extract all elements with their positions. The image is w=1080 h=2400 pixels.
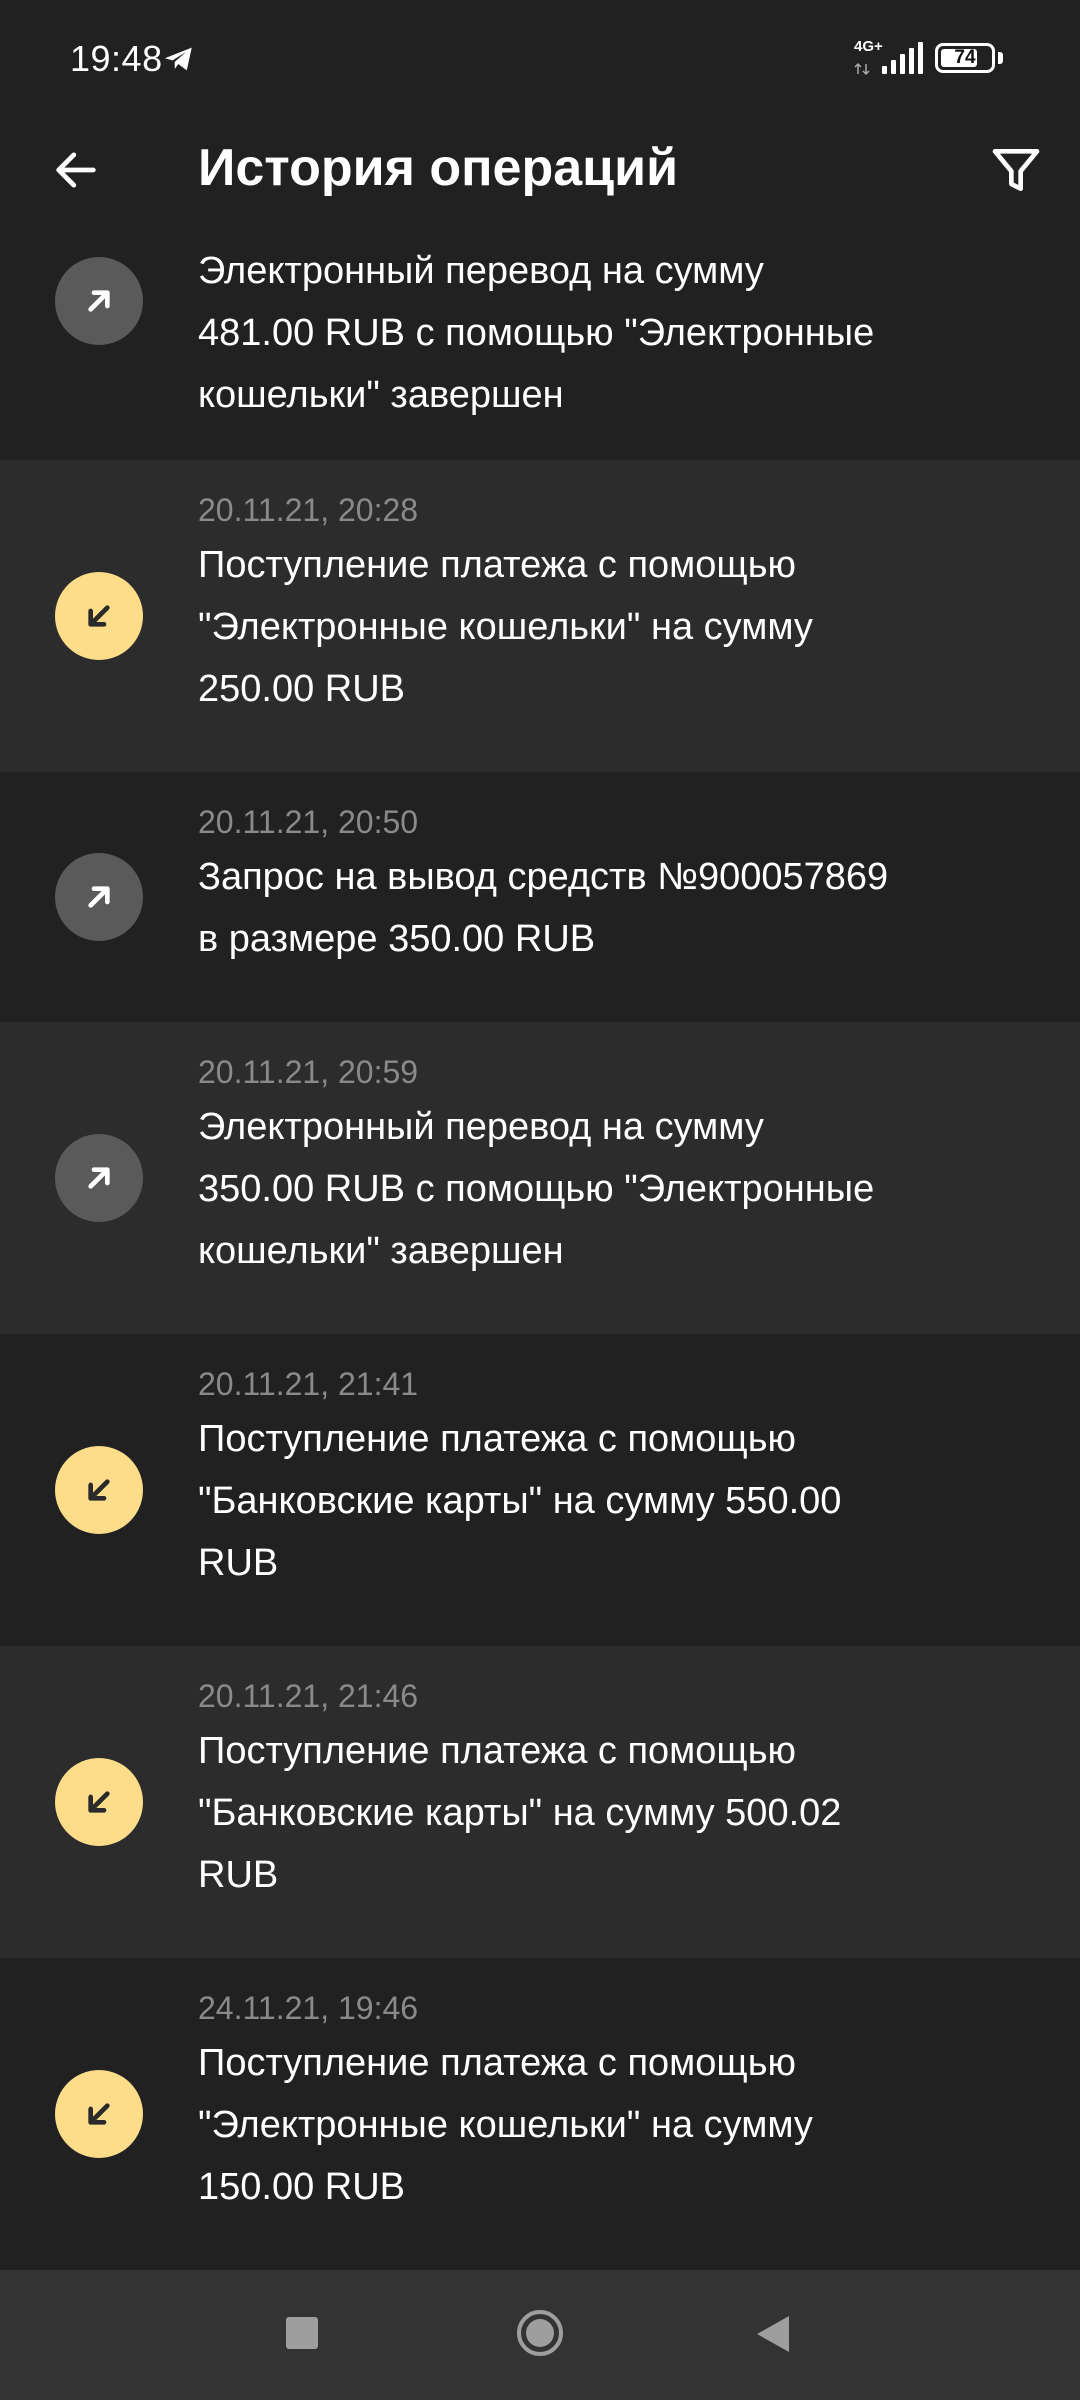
home-icon[interactable] <box>515 2308 565 2358</box>
operation-row[interactable]: 20.11.21, 20:28 Поступление платежа с пом… <box>0 460 1080 772</box>
status-time: 19:48 <box>70 38 163 79</box>
outgoing-arrow-icon <box>55 853 143 941</box>
signal-icon <box>854 42 923 76</box>
battery-tip <box>998 52 1003 64</box>
incoming-arrow-icon <box>55 1446 143 1534</box>
operations-list: Электронный перевод на сумму 481.00 RUB … <box>0 220 1080 2270</box>
incoming-arrow-icon <box>55 1758 143 1846</box>
operation-description: Поступление платежа с помощью "Банковски… <box>198 1418 842 1584</box>
operation-description: Электронный перевод на сумму 350.00 RUB … <box>198 1106 875 1272</box>
operation-date: 20.11.21, 20:50 <box>198 804 419 840</box>
operation-row[interactable]: 20.11.21, 20:59 Электронный перевод на су… <box>0 1022 1080 1334</box>
operation-date: 20.11.21, 21:46 <box>198 1678 419 1714</box>
filter-icon <box>992 149 1040 192</box>
outgoing-arrow-icon <box>55 257 143 345</box>
incoming-arrow-icon <box>55 2070 143 2158</box>
outgoing-arrow-icon <box>55 1134 143 1222</box>
system-nav-bar <box>0 2270 1080 2400</box>
operation-date: 24.11.21, 19:46 <box>198 1990 419 2026</box>
recent-apps-icon[interactable] <box>286 2317 318 2349</box>
battery-percent: 74 <box>954 47 976 68</box>
operation-row[interactable]: 24.11.21, 19:46 Поступление платежа с пом… <box>0 1958 1080 2270</box>
operation-description: Поступление платежа с помощью "Электронн… <box>198 2042 813 2208</box>
operation-row[interactable]: 20.11.21, 20:50 Запрос на вывод средств №… <box>0 772 1080 1022</box>
operation-description: Поступление платежа с помощью "Электронн… <box>198 544 813 710</box>
operation-row[interactable]: Электронный перевод на сумму 481.00 RUB … <box>0 220 1080 460</box>
operation-date: 20.11.21, 20:28 <box>198 492 419 528</box>
operation-description: Запрос на вывод средств №900057869 в раз… <box>198 856 889 960</box>
back-triangle-icon[interactable] <box>755 2314 791 2354</box>
operation-row[interactable]: 20.11.21, 21:41 Поступление платежа с пом… <box>0 1334 1080 1646</box>
screen: 19:48 4G+ 74 История операций Электронны… <box>0 0 1080 2400</box>
incoming-arrow-icon <box>55 572 143 660</box>
arrow-left-icon <box>56 152 96 188</box>
telegram-icon <box>164 47 192 71</box>
app-header: История операций <box>0 120 1080 220</box>
operation-description: Электронный перевод на сумму 481.00 RUB … <box>198 250 875 416</box>
status-bar: 19:48 4G+ 74 <box>0 0 1080 120</box>
battery-icon: 74 <box>935 43 995 73</box>
operation-description: Поступление платежа с помощью "Банковски… <box>198 1730 842 1896</box>
operation-date: 20.11.21, 20:59 <box>198 1054 419 1090</box>
filter-button[interactable] <box>976 134 1056 206</box>
operation-date: 20.11.21, 21:41 <box>198 1366 419 1402</box>
back-button[interactable] <box>40 134 112 206</box>
page-title: История операций <box>198 139 679 197</box>
operation-row[interactable]: 20.11.21, 21:46 Поступление платежа с пом… <box>0 1646 1080 1958</box>
